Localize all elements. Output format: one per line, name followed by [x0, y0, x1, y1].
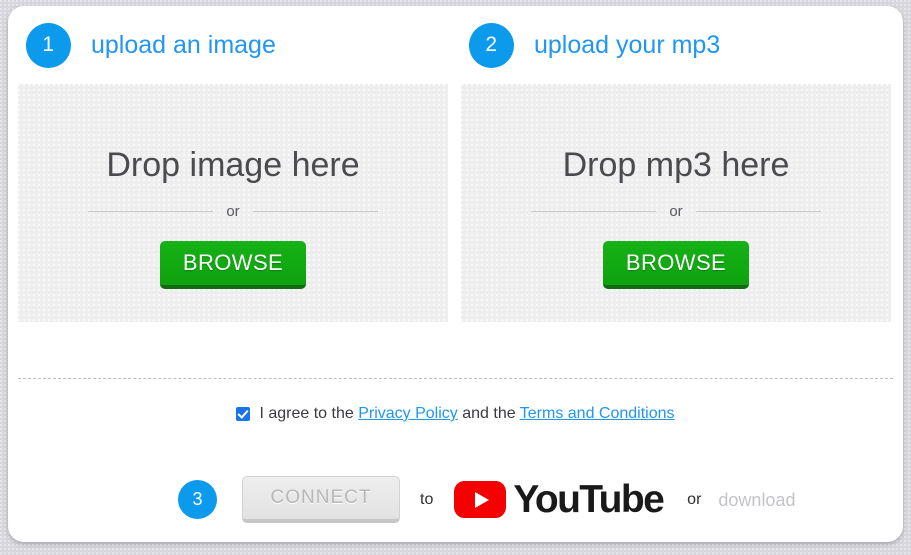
step-header-2: 2 upload your mp3 [461, 6, 891, 84]
upload-column-mp3: 2 upload your mp3 Drop mp3 here or BROWS… [455, 6, 902, 322]
privacy-policy-link[interactable]: Privacy Policy [358, 405, 458, 422]
upload-columns: 1 upload an image Drop image here or BRO… [8, 6, 903, 322]
divider-line-left [88, 211, 214, 212]
agreement-middle: and the [457, 405, 520, 422]
dropzone-image[interactable]: Drop image here or BROWSE [18, 84, 448, 322]
step-header-1: 1 upload an image [18, 6, 448, 84]
youtube-play-icon [454, 481, 507, 518]
upload-column-image: 1 upload an image Drop image here or BRO… [8, 6, 455, 322]
dropzone-image-or-divider: or [88, 204, 378, 219]
youtube-logo: YouTube [454, 478, 665, 521]
upload-card: 1 upload an image Drop image here or BRO… [8, 6, 903, 542]
step-title-2: upload your mp3 [534, 30, 721, 59]
browse-mp3-button[interactable]: BROWSE [603, 241, 749, 289]
step-badge-3: 3 [178, 480, 217, 519]
play-triangle-icon [475, 491, 490, 508]
agreement-text: I agree to the Privacy Policy and the Te… [259, 406, 674, 422]
connect-or-label: or [687, 490, 702, 508]
divider-line-right [252, 211, 378, 212]
agreement-checkbox[interactable] [236, 407, 251, 421]
dropzone-mp3-or-divider: or [531, 204, 821, 219]
dropzone-image-or-label: or [226, 203, 240, 220]
connect-row: 3 CONNECT to YouTube or download [8, 476, 903, 523]
dropzone-mp3-title: Drop mp3 here [562, 146, 790, 184]
dropzone-mp3-or-label: or [669, 203, 683, 220]
terms-and-conditions-link[interactable]: Terms and Conditions [520, 405, 675, 422]
connect-to-label: to [420, 490, 434, 508]
youtube-wordmark: YouTube [513, 478, 664, 521]
step-title-1: upload an image [91, 30, 276, 59]
dropzone-mp3[interactable]: Drop mp3 here or BROWSE [461, 84, 891, 322]
download-link[interactable]: download [718, 491, 795, 509]
divider-line-right [695, 211, 821, 212]
dropzone-image-title: Drop image here [106, 146, 360, 184]
divider-line-left [531, 211, 657, 212]
browse-image-button[interactable]: BROWSE [160, 241, 306, 289]
step-badge-1: 1 [26, 22, 71, 68]
section-divider [18, 378, 893, 379]
agreement-row: I agree to the Privacy Policy and the Te… [8, 406, 903, 422]
agreement-prefix: I agree to the [259, 405, 359, 422]
step-badge-2: 2 [469, 22, 514, 68]
connect-button[interactable]: CONNECT [242, 476, 400, 523]
